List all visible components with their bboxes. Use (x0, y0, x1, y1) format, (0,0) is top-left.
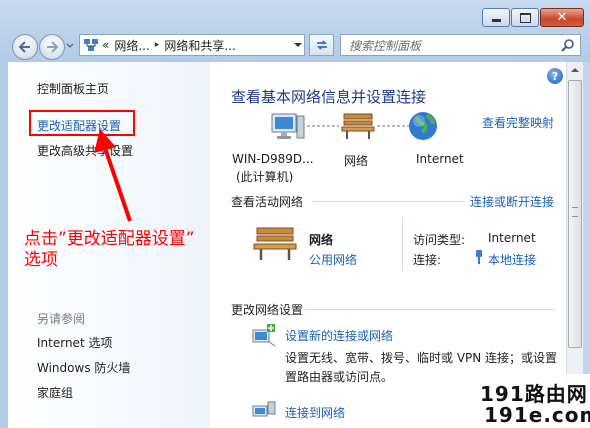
access-type-value: Internet (488, 231, 536, 245)
computer-icon (271, 113, 305, 139)
public-network-bench-icon (253, 227, 297, 260)
lan-connection-icon (476, 250, 482, 264)
connections-label: 连接: (413, 253, 442, 267)
see-also-homegroup[interactable]: 家庭组 (37, 384, 73, 401)
annotation-arrow-icon (94, 129, 132, 222)
search-icon[interactable] (561, 38, 575, 52)
close-icon: ✕ (556, 10, 568, 25)
breadcrumb-network-sharing[interactable]: 网络和共享... (164, 37, 235, 54)
connect-disconnect-link[interactable]: 连接或断开连接 (470, 193, 554, 210)
setup-new-connection-link[interactable]: 设置新的连接或网络 (285, 327, 393, 344)
recent-pages-dropdown-icon[interactable] (66, 42, 74, 50)
refresh-button[interactable] (309, 34, 334, 56)
section-divider (313, 201, 465, 202)
access-type-label: 访问类型: (413, 233, 466, 247)
active-networks-header: 查看活动网络 (231, 195, 304, 209)
page-title: 查看基本网络信息并设置连接 (231, 88, 427, 106)
chevron-down-icon (294, 43, 302, 47)
column-divider (402, 218, 403, 270)
internet-globe-icon (409, 112, 437, 140)
change-settings-header: 更改网络设置 (231, 303, 304, 317)
minimize-icon (491, 18, 501, 22)
address-dropdown[interactable] (291, 35, 304, 55)
section-divider (305, 309, 555, 310)
setup-new-connection-desc: 设置无线、宽带、拨号、临时或 VPN 连接；或设置 (285, 351, 558, 365)
scroll-thumb[interactable] (568, 80, 582, 348)
watermark-line-2: 191e.com (484, 403, 590, 427)
control-panel-home-link[interactable]: 控制面板主页 (37, 80, 109, 97)
instruction-line-2: 选项 (24, 250, 58, 270)
new-connection-icon (252, 324, 276, 347)
network-folder-icon (84, 39, 98, 51)
address-bar[interactable]: « 网络... ▸ 网络和共享... (79, 34, 305, 56)
forward-icon (47, 41, 59, 53)
scroll-grip-icon (572, 207, 578, 217)
computer-name: WIN-D989D... (232, 152, 314, 166)
control-panel-window: ✕ « 网络... ▸ 网络和共享... 控制面板主页 更改适配器设置 (0, 0, 590, 428)
connection-line-icon (307, 125, 339, 127)
connect-to-network-icon (252, 401, 276, 417)
back-icon (18, 41, 30, 53)
back-button[interactable] (12, 34, 38, 60)
see-also-internet-options[interactable]: Internet 选项 (37, 334, 112, 351)
scroll-up-button[interactable] (567, 62, 583, 78)
refresh-icon (316, 40, 327, 50)
forward-button[interactable] (39, 34, 65, 60)
active-network-name: 网络 (309, 233, 334, 247)
network-type-link[interactable]: 公用网络 (309, 251, 357, 268)
minimize-button[interactable] (482, 8, 510, 27)
breadcrumb-overflow[interactable]: « (102, 38, 109, 52)
computer-sub-label: (此计算机) (236, 170, 294, 184)
breadcrumb-separator[interactable]: ▸ (155, 40, 160, 50)
see-also-header: 另请参阅 (37, 312, 86, 326)
instruction-annotation: 点击”更改适配器设置” 选项 (24, 229, 244, 271)
network-label: 网络 (344, 154, 369, 168)
setup-new-connection-desc-2: 置路由器或访问点。 (285, 370, 394, 384)
connection-line-icon (377, 125, 409, 127)
close-button[interactable]: ✕ (540, 8, 584, 27)
maximize-icon (519, 12, 531, 23)
internet-label: Internet (416, 152, 464, 166)
caption-buttons: ✕ (481, 8, 584, 27)
search-input[interactable] (347, 37, 551, 55)
instruction-line-1: 点击”更改适配器设置” (24, 229, 195, 249)
connect-to-network-link[interactable]: 连接到网络 (285, 404, 345, 421)
bench-icon (341, 113, 375, 139)
help-icon[interactable]: ? (547, 68, 563, 84)
maximize-button[interactable] (511, 8, 539, 27)
see-also-windows-firewall[interactable]: Windows 防火墙 (37, 359, 130, 376)
local-connection-link[interactable]: 本地连接 (488, 251, 536, 268)
see-full-map-link[interactable]: 查看完整映射 (482, 114, 554, 131)
search-box[interactable] (340, 34, 581, 56)
chevron-up-icon (571, 68, 579, 72)
breadcrumb-network[interactable]: 网络... (114, 37, 149, 54)
